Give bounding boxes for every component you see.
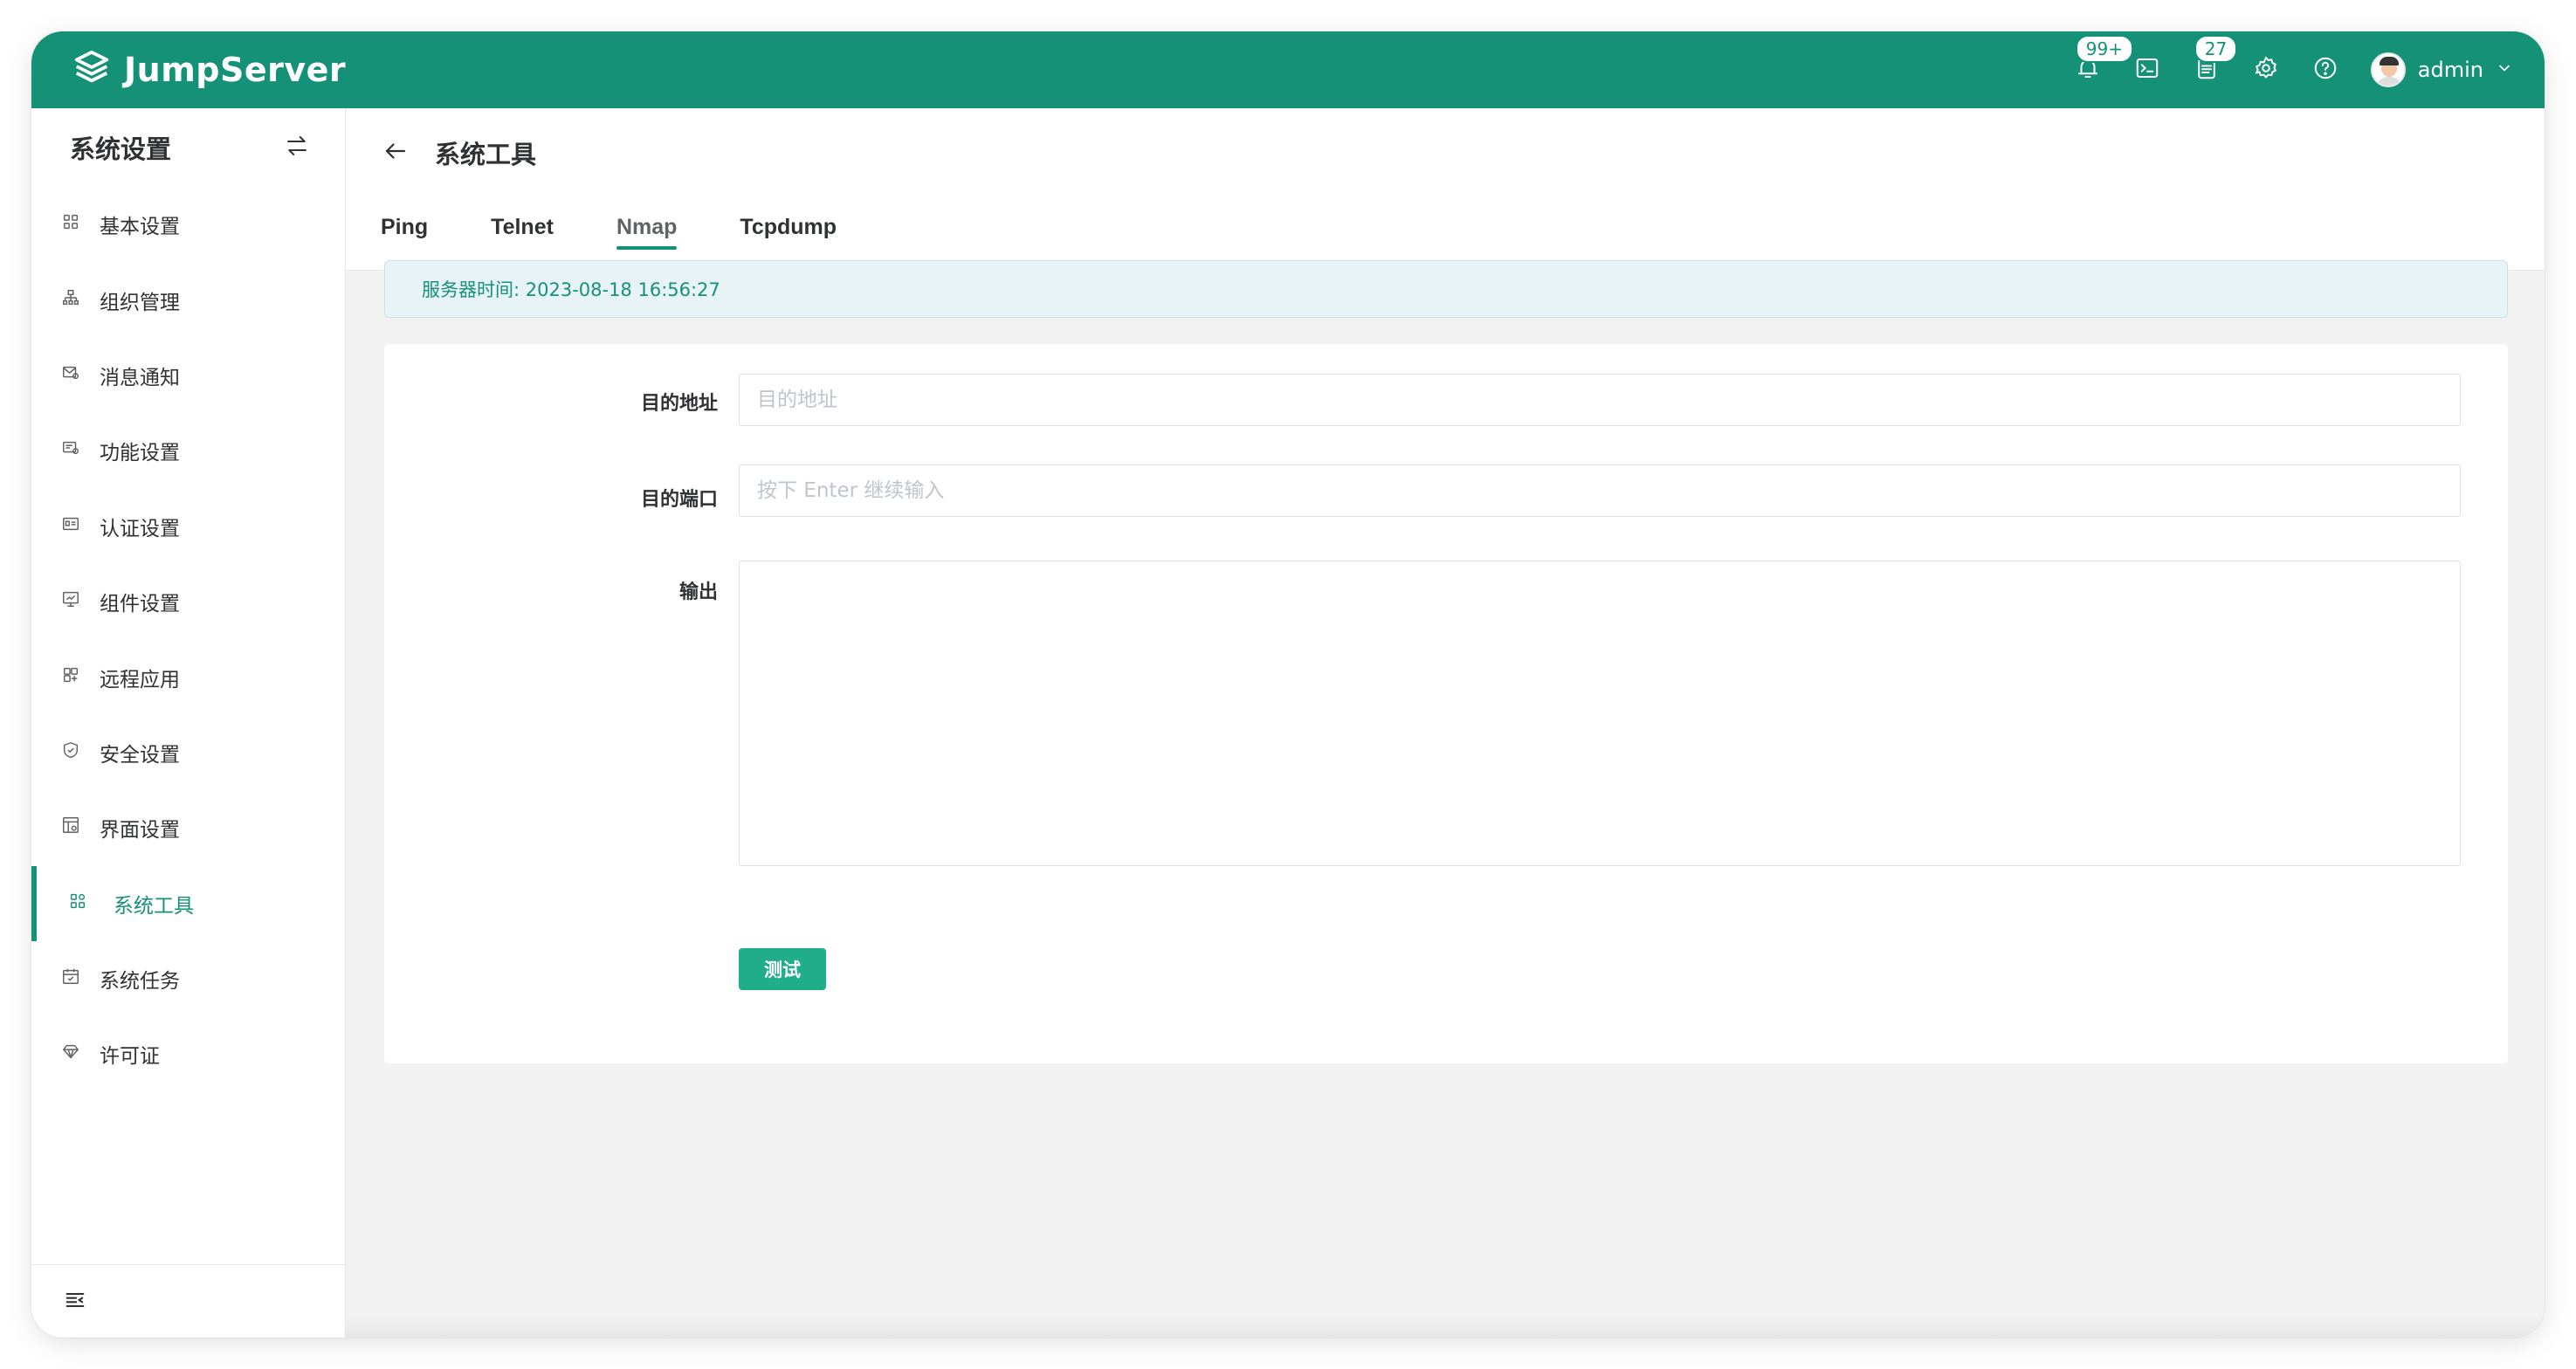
sidebar-item-system-tasks[interactable]: 系统任务 [31, 941, 345, 1016]
target-port-input[interactable] [739, 464, 2461, 517]
arrow-left-icon [385, 143, 406, 159]
terminal-icon [2134, 55, 2160, 85]
tool-tabs: Ping Telnet Nmap Tcpdump [381, 201, 837, 253]
sidebar-item-label: 功能设置 [100, 442, 180, 465]
sidebar-item-label: 界面设置 [100, 819, 180, 843]
sidebar-item-interface[interactable]: 界面设置 [31, 790, 345, 865]
sidebar-collapse-button[interactable] [31, 1264, 345, 1338]
tasks-button[interactable]: 27 [2177, 31, 2238, 108]
nmap-form-card: 目的地址 目的端口 输出 测试 [384, 344, 2508, 1063]
chevron-down-icon [2496, 59, 2513, 80]
brand-logo[interactable]: JumpServer [72, 47, 346, 93]
swap-arrows-icon [287, 136, 307, 155]
output-label: 输出 [678, 581, 718, 603]
server-time-alert: 服务器时间: 2023-08-18 16:56:27 [384, 260, 2508, 318]
sidebar-item-auth[interactable]: 认证设置 [31, 489, 345, 564]
top-navbar: JumpServer 99+ 27 admin [31, 31, 2545, 108]
page-title-row: 系统工具 [382, 131, 536, 175]
sidebar-item-features[interactable]: 功能设置 [31, 413, 345, 488]
message-icon [61, 363, 80, 388]
sidebar-item-security[interactable]: 安全设置 [31, 715, 345, 790]
output-textarea[interactable] [739, 561, 2461, 866]
sidebar-title: 系统设置 [70, 134, 172, 164]
grid-icon [61, 212, 80, 237]
target-address-input[interactable] [739, 374, 2461, 426]
web-terminal-button[interactable] [2118, 31, 2177, 108]
sidebar-item-label: 安全设置 [100, 743, 180, 767]
app-window: JumpServer 99+ 27 admin 系统设置 基本设置 组织管理 消… [31, 31, 2545, 1338]
monitor-icon [61, 589, 80, 614]
sidebar-item-basic[interactable]: 基本设置 [31, 187, 345, 262]
org-tree-icon [61, 288, 80, 313]
question-circle-icon [2312, 55, 2338, 85]
sidebar-item-label: 组织管理 [100, 291, 180, 314]
sidebar-item-label: 认证设置 [100, 517, 180, 540]
tab-telnet[interactable]: Telnet [491, 201, 554, 253]
tab-ping[interactable]: Ping [381, 201, 428, 253]
swap-view-button[interactable] [284, 133, 310, 162]
sidebar-header: 系统设置 [31, 108, 345, 187]
notifications-button[interactable]: 99+ [2058, 31, 2134, 108]
sidebar-item-label: 远程应用 [100, 668, 180, 691]
brand-name: JumpServer [124, 51, 347, 89]
sidebar-item-remote-apps[interactable]: 远程应用 [31, 639, 345, 714]
shield-icon [61, 740, 80, 765]
calendar-icon [61, 967, 80, 991]
settings-button[interactable] [2236, 31, 2296, 108]
sidebar-item-label: 系统任务 [100, 970, 180, 994]
user-menu[interactable]: admin [2370, 52, 2513, 87]
sidebar-item-label: 许可证 [100, 1045, 160, 1069]
target-address-label: 目的地址 [640, 393, 718, 415]
avatar [2370, 52, 2406, 87]
sidebar-item-label: 系统工具 [114, 894, 194, 918]
layout-icon [61, 815, 80, 840]
header-actions: 99+ 27 admin [2058, 31, 2513, 108]
page-title: 系统工具 [435, 140, 537, 169]
tasks-badge: 27 [2194, 35, 2238, 63]
sidebar: 系统设置 基本设置 组织管理 消息通知 功能设置 认证设置 组件设置 远程应用 … [31, 108, 346, 1338]
id-card-icon [61, 514, 80, 539]
target-port-label: 目的端口 [640, 489, 718, 511]
tab-tcpdump[interactable]: Tcpdump [740, 201, 837, 253]
sidebar-item-components[interactable]: 组件设置 [31, 564, 345, 639]
sidebar-item-label: 消息通知 [100, 366, 180, 389]
sidebar-menu: 基本设置 组织管理 消息通知 功能设置 认证设置 组件设置 远程应用 安全设置 … [31, 187, 345, 1092]
gear-icon [2253, 55, 2279, 85]
help-button[interactable] [2296, 31, 2355, 108]
feature-icon [61, 438, 80, 463]
test-button[interactable]: 测试 [739, 948, 826, 990]
sidebar-item-label: 组件设置 [100, 593, 180, 616]
sidebar-item-system-tools[interactable]: 系统工具 [31, 865, 345, 942]
sidebar-item-org[interactable]: 组织管理 [31, 262, 345, 337]
tools-icon [68, 891, 87, 916]
page-header: 系统工具 Ping Telnet Nmap Tcpdump [346, 108, 2545, 271]
sidebar-item-label: 基本设置 [100, 216, 180, 239]
menu-fold-icon [63, 1288, 87, 1316]
server-time-text: 服务器时间: 2023-08-18 16:56:27 [422, 279, 720, 300]
diamond-icon [61, 1042, 80, 1066]
apps-icon [61, 665, 80, 690]
layers-logo-icon [72, 48, 112, 92]
sidebar-item-notifications[interactable]: 消息通知 [31, 338, 345, 413]
back-button[interactable] [382, 138, 409, 168]
tab-nmap[interactable]: Nmap [616, 201, 678, 253]
username: admin [2417, 58, 2483, 82]
sidebar-item-license[interactable]: 许可证 [31, 1016, 345, 1091]
bottom-shadow [346, 1317, 2545, 1338]
